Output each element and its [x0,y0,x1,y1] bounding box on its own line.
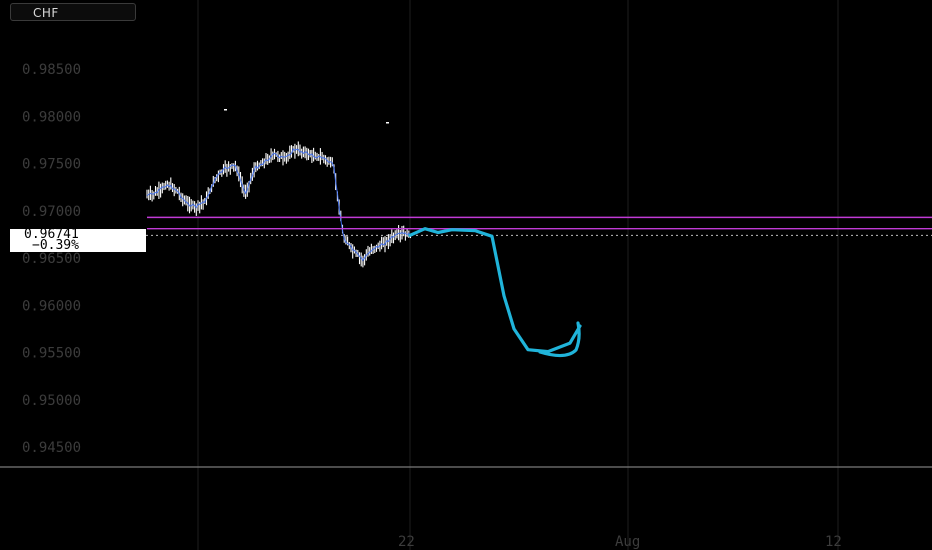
time-axis: 22 Aug 12 [398,534,842,550]
symbol-button[interactable]: CHF [10,3,136,21]
price-tick-label: 0.95000 [22,393,81,409]
price-tick-label: 0.95500 [22,346,81,362]
last-price-tag: 0.96741 −0.39% [10,228,146,253]
time-tick-label: Aug [615,534,640,550]
symbol-label: CHF [33,6,59,20]
price-tick-label: 0.97000 [22,204,81,220]
price-tick-label: 0.98500 [22,62,81,78]
chart-canvas[interactable]: 0.98500 0.98000 0.97500 0.97000 0.96500 0.960… [0,0,932,550]
time-tick-label: 12 [825,534,842,550]
tick-marker [386,122,389,124]
resistance-levels [146,216,932,236]
projection-drawing[interactable] [408,227,582,358]
price-tick-label: 0.96000 [22,298,81,314]
time-tick-label: 22 [398,534,415,550]
last-price-change: −0.39% [32,238,79,253]
tick-marker [224,109,227,111]
price-axis: 0.98500 0.98000 0.97500 0.97000 0.96500 0.960… [22,62,81,456]
price-series [146,109,412,268]
price-tick-label: 0.96500 [22,251,81,267]
price-tick-label: 0.97500 [22,157,81,173]
price-tick-label: 0.94500 [22,440,81,456]
price-tick-label: 0.98000 [22,109,81,125]
